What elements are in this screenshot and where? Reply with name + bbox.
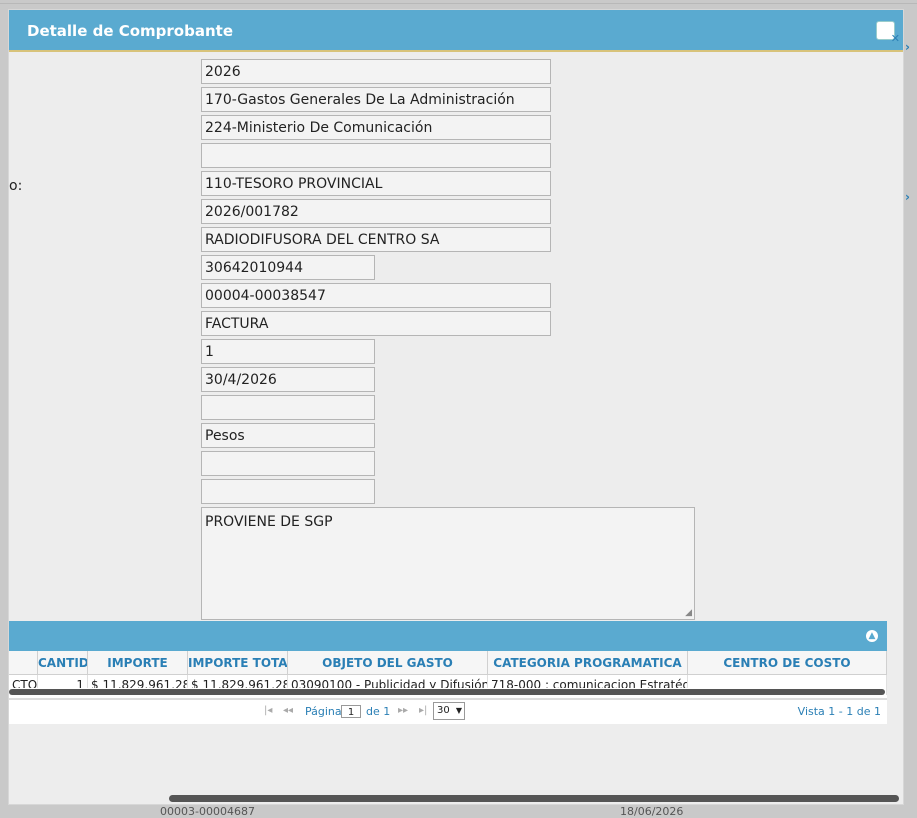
column-header-importe-total[interactable]: IMPORTE TOTAL — [188, 651, 288, 675]
rows-per-page-select[interactable]: 30 ▼ — [433, 702, 465, 720]
background-text: 00003-00004687 — [160, 805, 255, 818]
pager-total-label: de 1 — [366, 705, 391, 718]
form-field-11[interactable]: 1 — [201, 339, 375, 364]
observations-text: PROVIENE DE SGP — [205, 514, 333, 530]
column-header-centro-costo[interactable]: CENTRO DE COSTO — [688, 651, 887, 675]
form-field-15[interactable] — [201, 451, 375, 476]
form-field-9[interactable]: 00004-00038547 — [201, 283, 551, 308]
dialog-horizontal-scrollbar[interactable] — [169, 795, 899, 802]
cut-off-label: o: — [9, 178, 23, 194]
comprobante-dialog: Detalle de Comprobante ✕ o: 2026 170-Gast… — [8, 9, 904, 805]
column-header-categoria[interactable]: CATEGORIA PROGRAMATICA — [488, 651, 688, 675]
collapse-icon[interactable]: ▲ — [866, 630, 878, 642]
form-field-1[interactable]: 2026 — [201, 59, 551, 84]
form-field-12[interactable]: 30/4/2026 — [201, 367, 375, 392]
form-field-13[interactable] — [201, 395, 375, 420]
column-header-importe[interactable]: IMPORTE — [88, 651, 188, 675]
resize-handle-icon[interactable]: ◢ — [685, 608, 692, 618]
observations-textarea[interactable]: PROVIENE DE SGP ◢ — [201, 507, 695, 620]
dialog-titlebar[interactable]: Detalle de Comprobante ✕ — [9, 10, 903, 52]
form-field-7[interactable]: RADIODIFUSORA DEL CENTRO SA — [201, 227, 551, 252]
column-header-cantidad[interactable]: CANTID — [38, 651, 88, 675]
form-field-14[interactable]: Pesos — [201, 423, 375, 448]
form-field-5[interactable]: 110-TESORO PROVINCIAL — [201, 171, 551, 196]
background-row — [0, 3, 917, 4]
form-field-8[interactable]: 30642010944 — [201, 255, 375, 280]
close-icon: ✕ — [890, 32, 900, 45]
form-field-2[interactable]: 170-Gastos Generales De La Administració… — [201, 87, 551, 112]
dialog-title: Detalle de Comprobante — [27, 22, 233, 40]
first-page-icon[interactable]: |◂ — [264, 705, 272, 716]
form-field-16[interactable] — [201, 479, 375, 504]
close-button[interactable]: ✕ — [876, 21, 900, 45]
chevron-down-icon: ▼ — [455, 706, 462, 715]
next-page-icon[interactable]: ▸▸ — [398, 705, 408, 716]
scrollbar-thumb[interactable] — [9, 689, 885, 695]
pager-page-label: Página — [305, 705, 342, 718]
rows-per-page-value: 30 — [437, 705, 450, 716]
page-number-input[interactable]: 1 — [341, 705, 361, 718]
prev-page-icon[interactable]: ◂◂ — [283, 705, 293, 716]
form-field-4[interactable] — [201, 143, 551, 168]
form-field-6[interactable]: 2026/001782 — [201, 199, 551, 224]
grid-pager: |◂ ◂◂ Página 1 de 1 ▸▸ ▸| 30 ▼ Vista 1 -… — [9, 699, 887, 724]
column-header-blank — [9, 651, 38, 675]
background-fragment: › — [905, 190, 910, 204]
background-fragment: › — [905, 40, 910, 54]
grid-horizontal-scrollbar[interactable] — [9, 688, 885, 696]
form-field-3[interactable]: 224-Ministerio De Comunicación — [201, 115, 551, 140]
column-header-objeto-gasto[interactable]: OBJETO DEL GASTO — [288, 651, 488, 675]
form-field-10[interactable]: FACTURA — [201, 311, 551, 336]
pager-view-info: Vista 1 - 1 de 1 — [797, 705, 881, 718]
last-page-icon[interactable]: ▸| — [419, 705, 427, 716]
background-text: 18/06/2026 — [620, 805, 684, 818]
grid-caption-bar: ▲ — [9, 621, 887, 651]
